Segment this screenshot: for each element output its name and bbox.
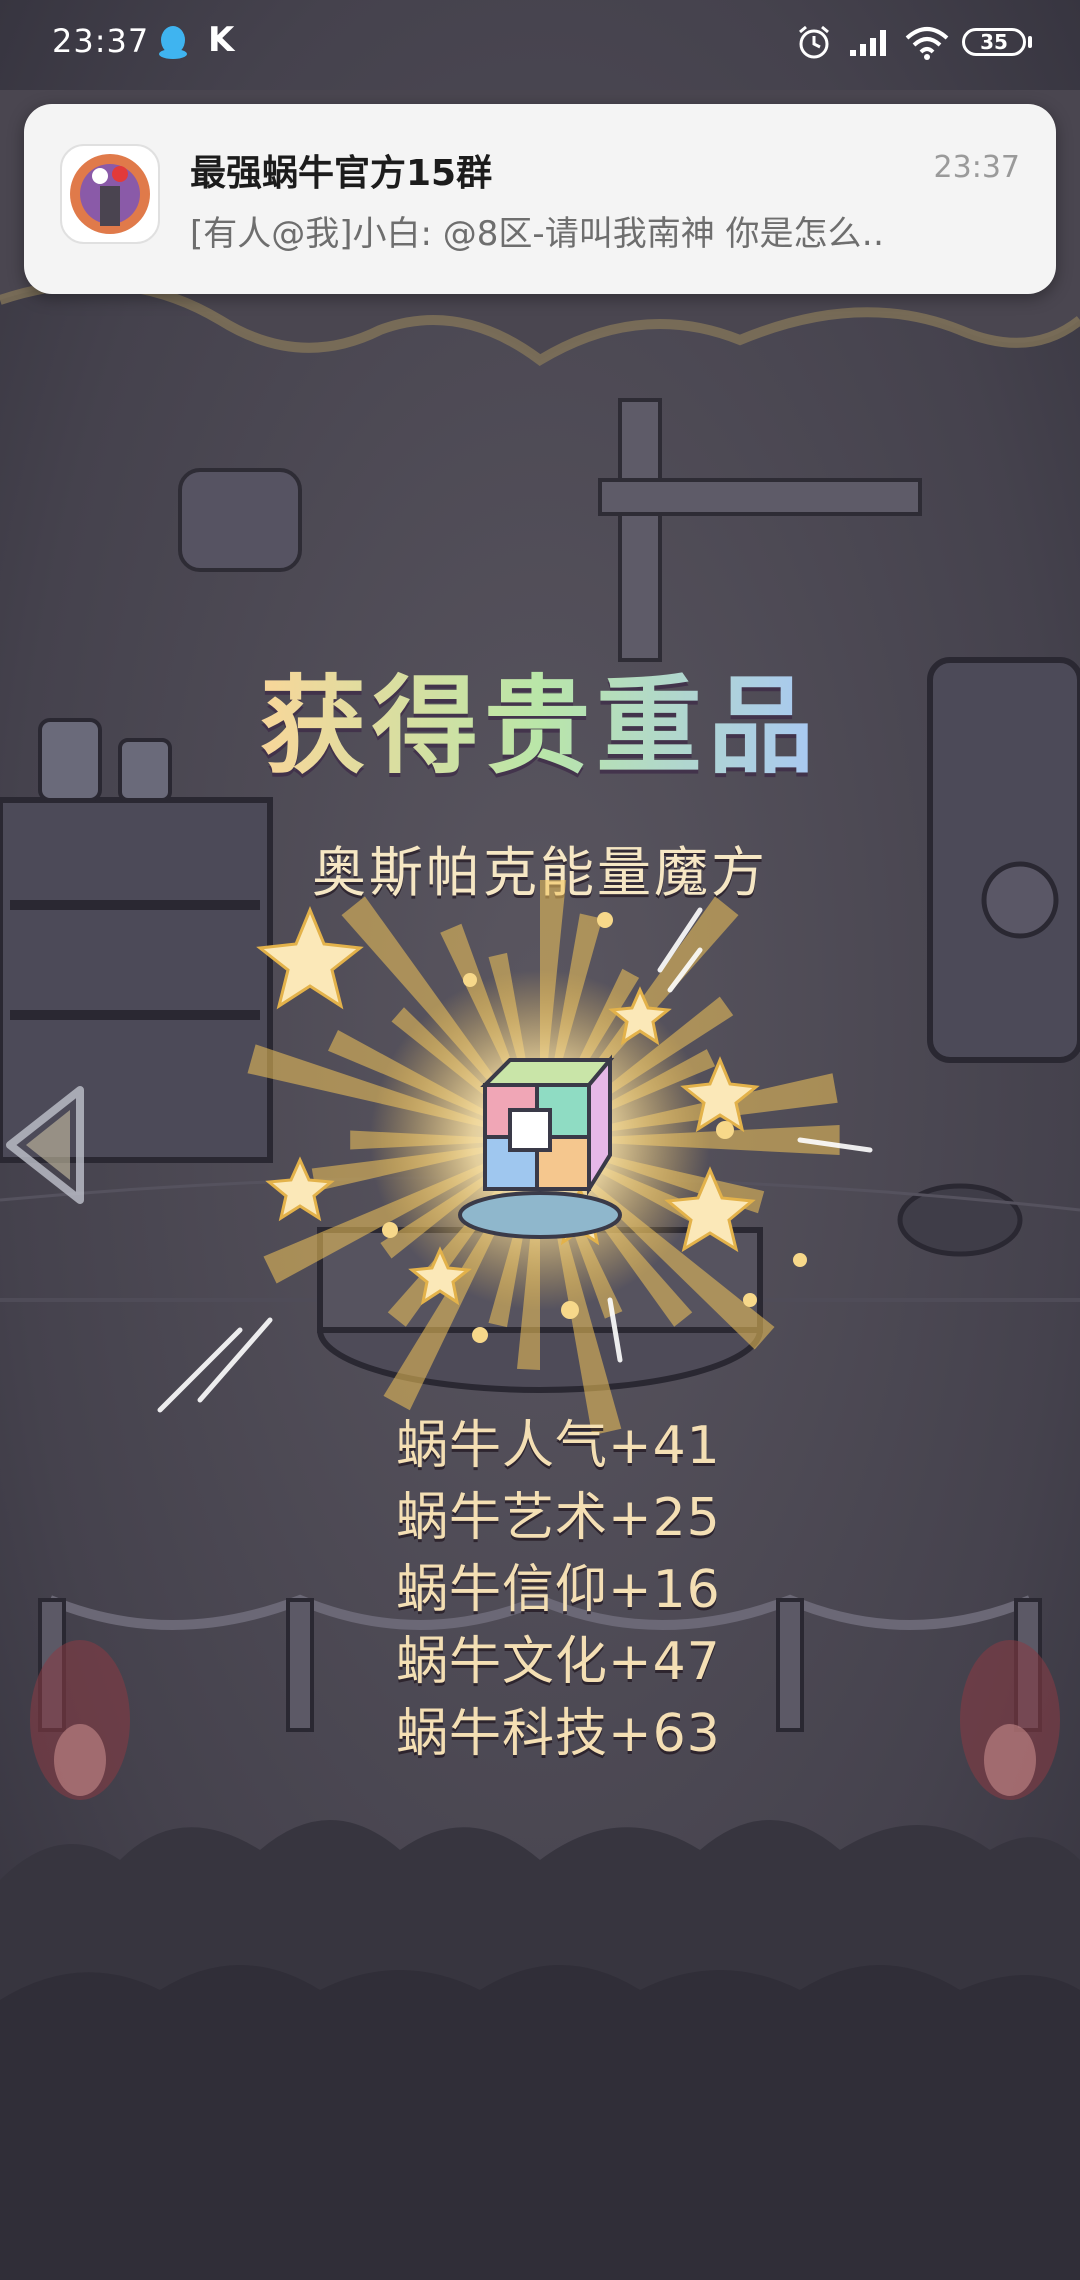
signal-icon <box>850 30 886 56</box>
game-screen[interactable]: 23:37 K 35 最强蜗牛官方15群 23:37 [有人@我]小白: @8区… <box>0 0 1080 2280</box>
stat-bonus-technology: 蜗牛科技+63 <box>396 1704 721 1764</box>
notification-message: [有人@我]小白: @8区-请叫我南神 你是怎么‥ <box>190 214 885 254</box>
back-arrow-icon[interactable] <box>0 1080 90 1210</box>
stat-bonus-list: 蜗牛人气+41 蜗牛艺术+25 蜗牛信仰+16 蜗牛文化+47 蜗牛科技+63 <box>396 1410 721 1770</box>
battery-icon: 35 <box>962 28 1026 56</box>
chat-notification[interactable]: 最强蜗牛官方15群 23:37 [有人@我]小白: @8区-请叫我南神 你是怎么… <box>24 104 1056 294</box>
stat-bonus-art: 蜗牛艺术+25 <box>396 1488 721 1548</box>
reward-title: 获得贵重品 <box>0 640 1080 794</box>
status-bar: 23:37 K 35 <box>0 0 1080 90</box>
wifi-icon <box>905 27 949 60</box>
k-app-icon: K <box>208 20 235 60</box>
stat-bonus-faith: 蜗牛信仰+16 <box>396 1560 721 1620</box>
energy-cube-icon <box>458 1054 622 1239</box>
group-avatar <box>60 144 160 244</box>
battery-tip <box>1028 36 1032 48</box>
stat-bonus-popularity: 蜗牛人气+41 <box>396 1416 721 1476</box>
status-time: 23:37 <box>52 22 150 60</box>
notification-title: 最强蜗牛官方15群 <box>190 153 493 194</box>
notification-time: 23:37 <box>933 150 1020 185</box>
reward-burst <box>157 880 873 1436</box>
stat-bonus-culture: 蜗牛文化+47 <box>396 1632 721 1692</box>
alarm-icon <box>799 25 829 59</box>
qq-icon <box>159 26 187 59</box>
